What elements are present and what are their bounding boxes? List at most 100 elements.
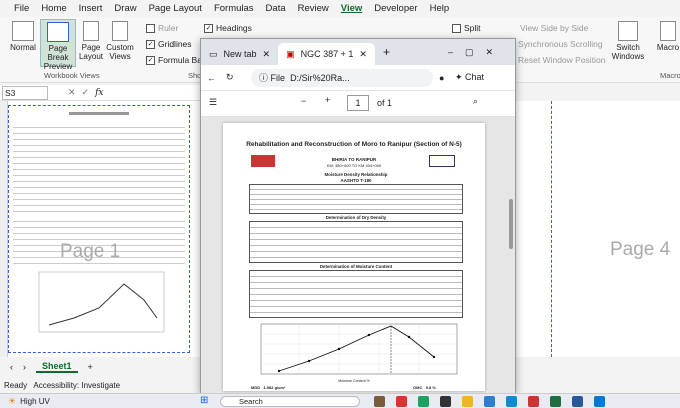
excel-icon[interactable] (550, 396, 561, 407)
page1-table (13, 122, 185, 212)
menu-view[interactable]: View (335, 0, 368, 17)
close-tab-icon[interactable]: ✕ (263, 49, 271, 60)
taskbar-app-4[interactable] (440, 396, 451, 407)
taskbar-app-11[interactable] (594, 396, 605, 407)
view-side-by-side-button[interactable]: View Side by Side (520, 23, 588, 33)
info-icon: ⓘ (259, 73, 269, 83)
edge-icon[interactable] (506, 396, 517, 407)
pdf-moisture-content: Determination of Moisture Content (319, 264, 393, 269)
weather-icon: ☀ (8, 395, 17, 406)
edge-tab-bar: ▭ New tab ✕ ▣ NGC 387 + 1 ✕ + –▢✕ (201, 39, 515, 65)
page-number-input[interactable]: 1 (347, 95, 369, 111)
menu-page-layout[interactable]: Page Layout (143, 0, 208, 17)
zoom-in-icon[interactable]: + (325, 95, 330, 105)
weather-text[interactable]: High UV (20, 397, 50, 406)
pdf-header-1: BHIRIA TO RANIPUR (331, 157, 377, 162)
taskbar-app-8[interactable] (528, 396, 539, 407)
prev-sheet-icon[interactable]: ‹ (10, 362, 13, 372)
split-label: Split (464, 23, 481, 33)
search-icon[interactable]: ⌕ (473, 96, 478, 107)
taskbar-search[interactable]: Search (220, 396, 360, 407)
close-tab-icon-2[interactable]: ✕ (359, 49, 367, 60)
back-icon[interactable]: ← (207, 73, 216, 83)
new-tab-icon[interactable]: + (383, 45, 390, 59)
split-icon (452, 23, 461, 33)
gridlines-checkbox[interactable]: ✓ Gridlines (146, 39, 192, 49)
headings-box: ✓ (204, 23, 213, 33)
taskbar-app-6[interactable] (484, 396, 495, 407)
reset-window-position-button[interactable]: Reset Window Position (518, 55, 605, 65)
headings-checkbox[interactable]: ✓ Headings (204, 23, 252, 33)
avatar[interactable]: ● (439, 73, 444, 83)
menu-draw[interactable]: Draw (108, 0, 142, 17)
pdf-dry-density-table (249, 221, 463, 263)
chat-label: Chat (465, 72, 485, 82)
mdd-value: 1.982 g/cm³ (263, 385, 286, 390)
menu-data[interactable]: Data (260, 0, 292, 17)
pdf-title: Rehabilitation and Reconstruction of Mor… (246, 141, 462, 148)
refresh-icon[interactable]: ↻ (226, 72, 234, 83)
formula-bar-label: Formula Bar (158, 55, 205, 65)
page-break-preview-button[interactable]: Page Break Preview (40, 19, 76, 71)
pdf-icon: ▣ (286, 48, 295, 59)
file-explorer-icon[interactable] (462, 396, 473, 407)
menu-review[interactable]: Review (292, 0, 335, 17)
menu-insert[interactable]: Insert (73, 0, 109, 17)
tab-pdf[interactable]: ▣ NGC 387 + 1 ✕ (278, 43, 375, 65)
ruler-box (146, 23, 155, 33)
group-workbook-views: Workbook Views (44, 71, 100, 80)
window-controls[interactable]: –▢✕ (448, 47, 505, 58)
menu-formulas[interactable]: Formulas (208, 0, 260, 17)
page-break-label-2: Preview (43, 62, 73, 71)
menu-home[interactable]: Home (35, 0, 72, 17)
pdf-x-axis-label: Moisture Content % (338, 379, 370, 383)
taskbar-app-1[interactable] (374, 396, 385, 407)
macros-label: Macro (656, 43, 680, 52)
cancel-icon[interactable]: ✕ (68, 87, 76, 98)
pdf-aashto: AASHTO T-180 (340, 178, 372, 183)
pdf-page: Rehabilitation and Reconstruction of Mor… (223, 123, 485, 391)
menu-file[interactable]: File (8, 0, 35, 17)
split-button[interactable]: Split (452, 23, 481, 33)
pdf-moisture-table (249, 270, 463, 318)
word-icon[interactable] (572, 396, 583, 407)
formula-bar-checkbox[interactable]: ✓ Formula Bar (146, 55, 205, 65)
custom-views-label-2: Views (109, 52, 131, 61)
pdf-viewer[interactable]: Rehabilitation and Reconstruction of Mor… (201, 117, 515, 395)
enter-icon[interactable]: ✓ (82, 87, 90, 98)
page-layout-button[interactable]: Page Layout (78, 21, 104, 61)
chrome-icon[interactable] (396, 396, 407, 407)
start-icon[interactable]: ⊞ (200, 395, 208, 406)
ruler-checkbox[interactable]: Ruler (146, 23, 178, 33)
page-1-preview (8, 105, 190, 353)
mdd-label: MDD (251, 385, 261, 390)
synchronous-scrolling-button[interactable]: Synchronous Scrolling (518, 39, 603, 49)
switch-windows-icon (618, 21, 638, 41)
menu-help[interactable]: Help (424, 0, 456, 17)
add-sheet-icon[interactable]: + (88, 362, 93, 372)
url-field[interactable]: ⓘ File D:/Sir%20Ra... (251, 69, 433, 87)
gridlines-label: Gridlines (158, 39, 192, 49)
menu-developer[interactable]: Developer (368, 0, 423, 17)
formula-bar-box: ✓ (146, 55, 155, 65)
taskbar-app-3[interactable] (418, 396, 429, 407)
page-layout-label-1: Page (81, 43, 101, 52)
custom-views-button[interactable]: Custom Views (106, 21, 134, 61)
chat-button[interactable]: ✦ Chat (455, 72, 484, 83)
switch-windows-label-2: Windows (611, 52, 645, 61)
custom-views-icon (112, 21, 128, 41)
next-sheet-icon[interactable]: › (23, 362, 26, 372)
function-icon[interactable]: fx (95, 88, 103, 98)
tab-new-tab[interactable]: ▭ New tab ✕ (201, 43, 278, 65)
macros-button[interactable]: Macro (656, 21, 680, 52)
normal-view-button[interactable]: Normal (8, 21, 38, 52)
accessibility-status[interactable]: Accessibility: Investigate (33, 381, 120, 390)
pdf-scrollbar[interactable] (509, 199, 513, 249)
formula-bar: S3 ✕ ✓ fx (0, 85, 200, 101)
zoom-out-icon[interactable]: − (301, 96, 306, 106)
name-box[interactable]: S3 (2, 85, 48, 100)
page-4-watermark: Page 4 (610, 239, 671, 260)
switch-windows-button[interactable]: Switch Windows (610, 21, 646, 61)
contents-icon[interactable]: ☰ (209, 97, 217, 108)
sheet-tab-sheet1[interactable]: Sheet1 (36, 361, 78, 373)
